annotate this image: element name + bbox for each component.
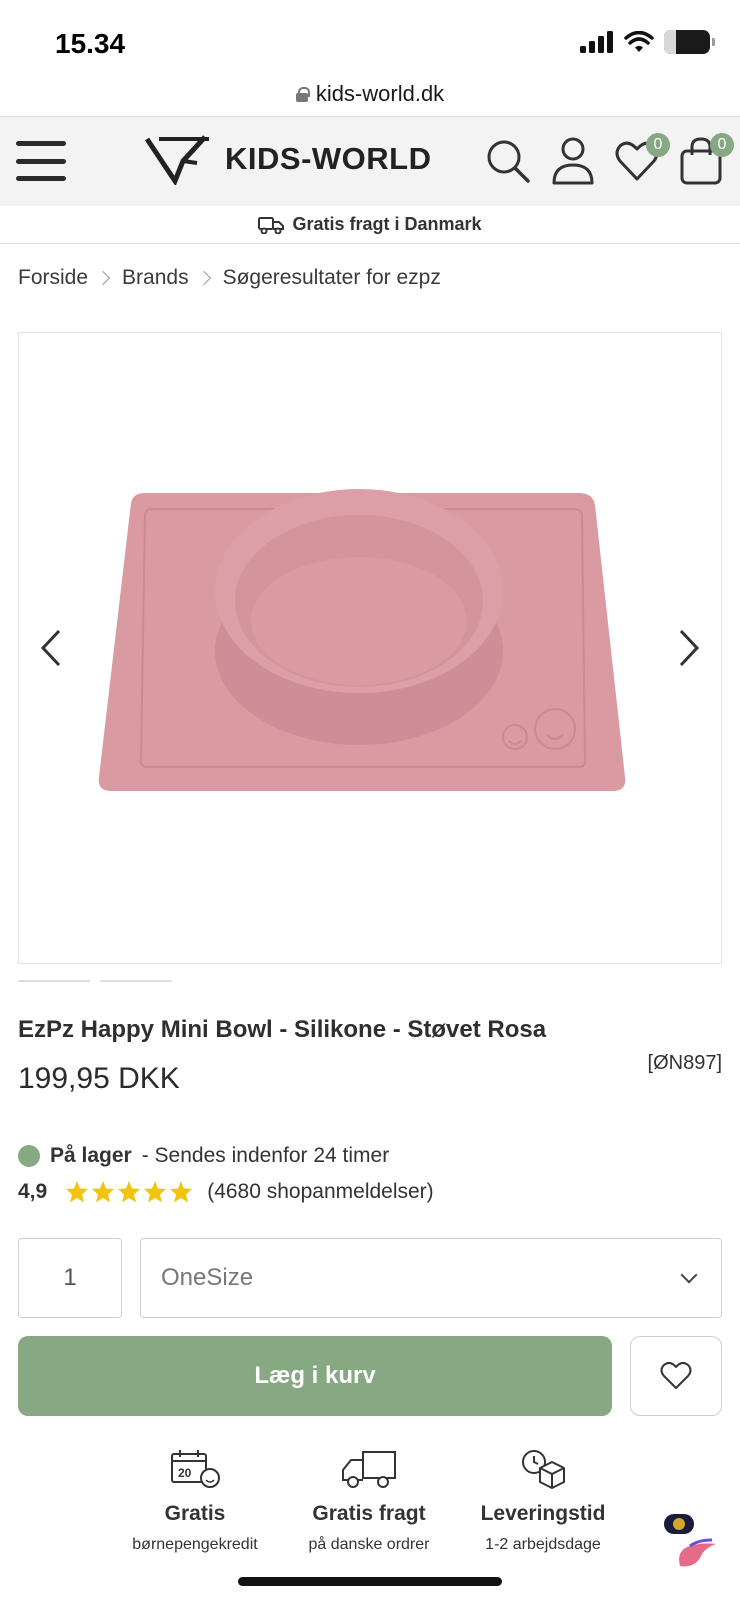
usp-subtitle: på danske ordrer [308, 1536, 430, 1553]
gallery-next-arrow-icon[interactable] [669, 623, 709, 673]
battery-level: 26 [677, 32, 697, 51]
gallery-thumbnail-2[interactable] [100, 980, 172, 982]
truck-small-icon [258, 216, 285, 234]
usp-title: Leveringstid [480, 1502, 606, 1525]
star-icon [66, 1181, 89, 1203]
product-image [98, 489, 626, 791]
status-icons: 26 [580, 30, 715, 54]
usp-subtitle: 1-2 arbejdsdage [485, 1536, 601, 1553]
address-bar[interactable]: kids-world.dk [0, 72, 740, 116]
site-logo[interactable]: KIDS-WORLD [145, 133, 431, 185]
star-icon [118, 1181, 141, 1203]
product-price: 199,95 DKK [18, 1062, 180, 1095]
stock-label: På lager [50, 1144, 132, 1167]
stock-status: På lager - Sendes indenfor 24 timer [18, 1144, 389, 1168]
add-to-cart-button[interactable]: Læg i kurv [18, 1336, 612, 1416]
logo-text: KIDS-WORLD [225, 141, 432, 176]
hamburger-menu-icon[interactable] [16, 141, 66, 181]
gallery-thumbnail-1[interactable] [18, 980, 90, 982]
clock-box-icon [522, 1450, 565, 1489]
wishlist-icon[interactable]: 0 [612, 133, 670, 189]
wishlist-count-badge: 0 [646, 133, 670, 157]
quantity-value: 1 [63, 1264, 77, 1291]
usp-title: Gratis [164, 1502, 226, 1525]
star-icon [92, 1181, 115, 1203]
product-rating[interactable]: 4,9 (4680 shopanmeldelser) [18, 1180, 434, 1204]
breadcrumb-home[interactable]: Forside [18, 266, 88, 290]
size-select[interactable]: OneSize [140, 1238, 722, 1318]
chevron-down-icon [680, 1266, 698, 1284]
cart-icon[interactable]: 0 [676, 133, 734, 189]
usp-item-shipping: Gratis fragt på danske ordrer [284, 1448, 454, 1554]
chevron-right-icon [95, 270, 111, 286]
usp-subtitle: børnepengekredit [132, 1536, 258, 1553]
rating-score: 4,9 [18, 1180, 48, 1203]
shipping-banner: Gratis fragt i Danmark [0, 206, 740, 244]
site-header: KIDS-WORLD 0 0 [0, 116, 740, 206]
wifi-icon [624, 31, 654, 52]
breadcrumb-brands[interactable]: Brands [122, 266, 189, 290]
status-bar: 15.34 26 [0, 0, 740, 80]
lock-icon [295, 86, 310, 102]
header-icons: 0 0 [484, 133, 734, 189]
chat-widget-icon[interactable] [660, 1510, 720, 1570]
signal-icon [580, 31, 613, 53]
product-image-gallery[interactable] [18, 332, 722, 964]
logo-mark-icon [145, 135, 209, 185]
shipping-banner-text: Gratis fragt i Danmark [292, 214, 482, 234]
product-title: EzPz Happy Mini Bowl - Silikone - Støvet… [18, 1016, 547, 1043]
usp-title: Gratis fragt [312, 1502, 426, 1525]
star-icon [144, 1181, 167, 1203]
product-sku: [ØN897] [647, 1052, 722, 1074]
breadcrumb: Forside Brands Søgeresultater for ezpz [18, 266, 441, 290]
gallery-prev-arrow-icon[interactable] [31, 623, 71, 673]
usp-item-delivery: Leveringstid 1-2 arbejdsdage [458, 1448, 628, 1554]
calendar-smile-icon: 20 [171, 1450, 220, 1488]
size-selected-value: OneSize [161, 1264, 254, 1291]
account-icon[interactable] [548, 133, 598, 189]
add-to-wishlist-button[interactable] [630, 1336, 722, 1416]
breadcrumb-search-results[interactable]: Søgeresultater for ezpz [223, 266, 441, 290]
usp-item-credit: 20 Gratis børnepengekredit [110, 1448, 280, 1554]
stock-note: - Sendes indenfor 24 timer [141, 1144, 390, 1167]
in-stock-dot-icon [18, 1145, 40, 1167]
url-text: kids-world.dk [315, 81, 445, 106]
svg-text:20: 20 [178, 1466, 192, 1480]
home-indicator[interactable] [238, 1577, 502, 1586]
quantity-input[interactable]: 1 [18, 1238, 122, 1318]
star-icon [170, 1181, 193, 1203]
status-time: 15.34 [55, 28, 126, 59]
search-icon[interactable] [484, 133, 534, 189]
heart-icon [660, 1361, 692, 1389]
review-count: (4680 shopanmeldelser) [207, 1180, 434, 1203]
rating-stars [65, 1180, 193, 1204]
chevron-right-icon [196, 270, 211, 286]
truck-icon [342, 1451, 396, 1488]
cart-count-badge: 0 [710, 133, 734, 157]
battery-icon: 26 [664, 30, 715, 54]
